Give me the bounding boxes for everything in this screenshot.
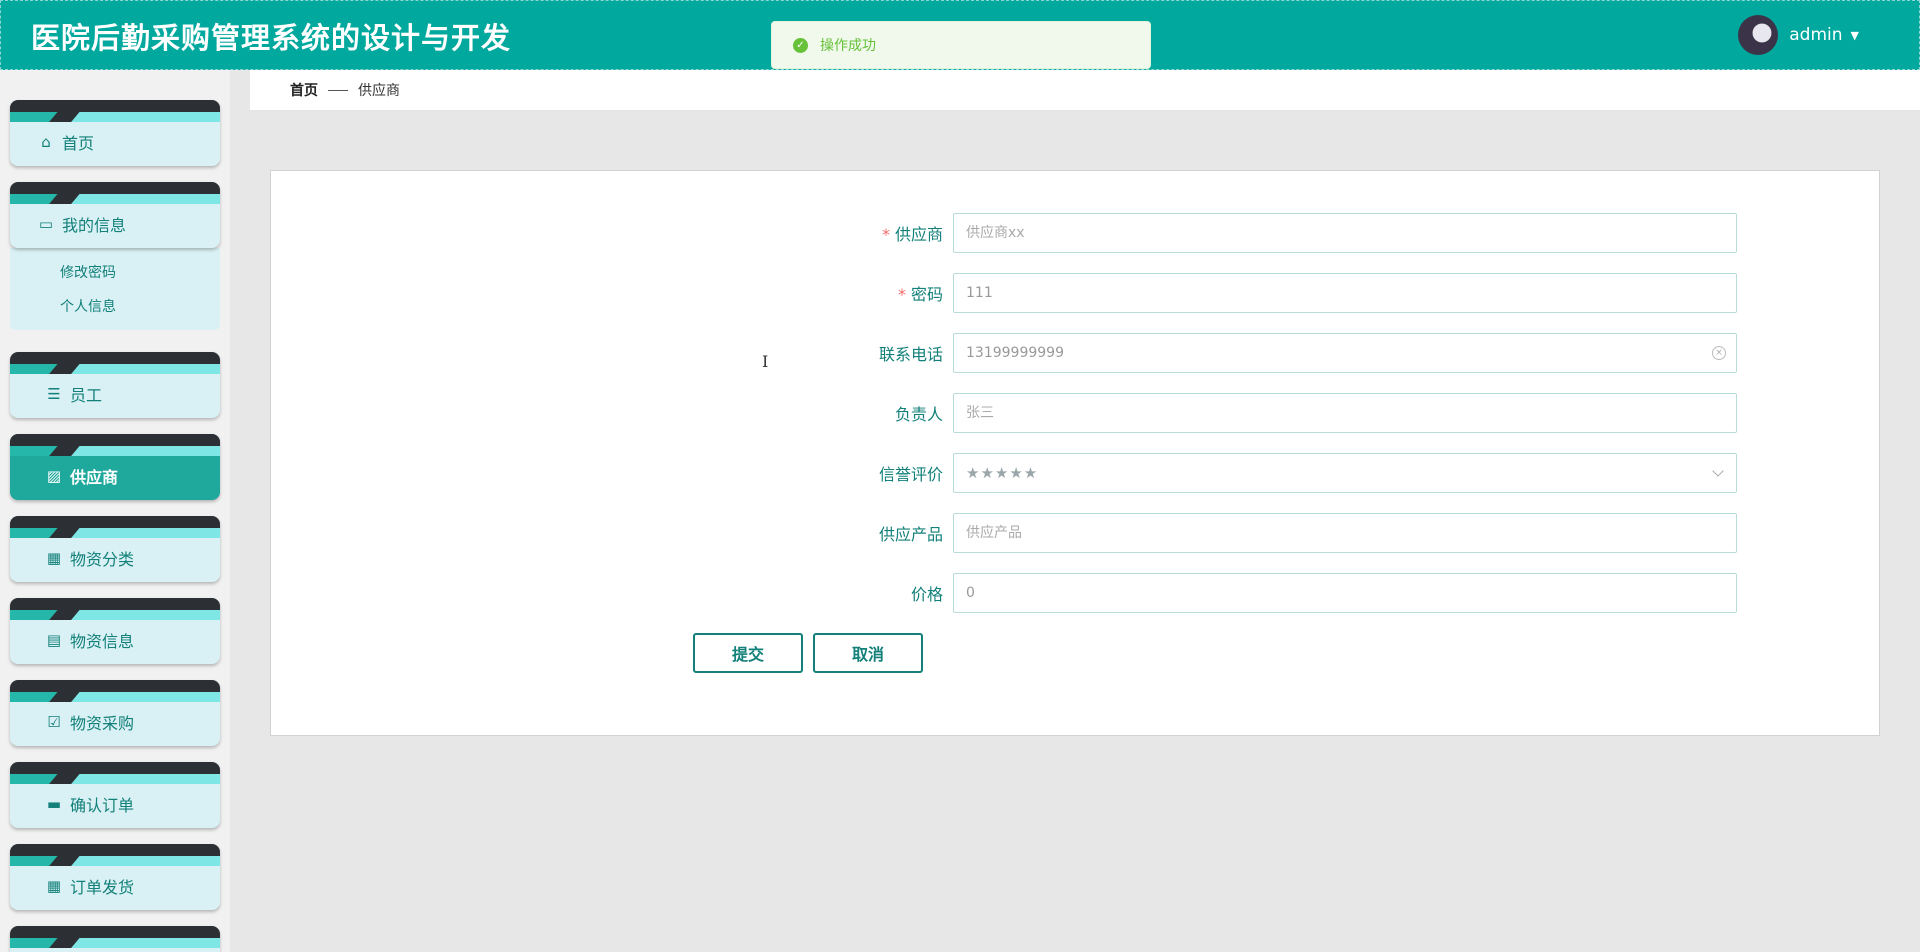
sliders-icon: ☰: [47, 385, 61, 403]
form-row-supplier: * 供应商: [603, 213, 1737, 253]
sidebar-item-label: 确认订单: [70, 796, 135, 815]
sidebar-item-material-purchase[interactable]: ☑ 物资采购: [10, 680, 220, 746]
form-row-phone: 联系电话 ×: [603, 333, 1737, 373]
sidebar-item-supplier[interactable]: ▨ 供应商: [10, 434, 220, 500]
text-cursor-icon: I: [762, 352, 769, 371]
password-input[interactable]: [954, 274, 1736, 312]
grid-icon: ▦: [46, 549, 62, 567]
form-label: 联系电话: [878, 345, 943, 364]
sidebar-group-home: ⌂ 首页: [10, 100, 220, 166]
sidebar-group-material-category: ▦ 物资分类: [10, 516, 220, 582]
sidebar-item-home[interactable]: ⌂ 首页: [10, 100, 220, 166]
user-menu[interactable]: admin ▼: [1738, 15, 1859, 55]
form-label: 价格: [910, 585, 943, 604]
check-circle-icon: ✓: [793, 37, 808, 53]
sidebar-item-confirm-order[interactable]: ▬ 确认订单: [10, 762, 220, 828]
products-field[interactable]: [953, 513, 1737, 553]
top-header: 医院后勤采购管理系统的设计与开发 ✓ 操作成功 admin ▼: [0, 0, 1920, 70]
form-label: 供应产品: [878, 525, 943, 544]
products-input[interactable]: [954, 514, 1736, 552]
sidebar-item-label: 物资采购: [70, 714, 135, 733]
form-label: * 密码: [897, 285, 943, 304]
clipboard-icon: ▤: [46, 631, 62, 649]
sidebar: ⌂ 首页 ▭ 我的信息 修改密码 个人信息 ☰ 员工 ▨ 供应商 ▦ 物资分类 …: [0, 70, 230, 952]
sidebar-item-staff[interactable]: ☰ 员工: [10, 352, 220, 418]
sidebar-group-material-purchase: ☑ 物资采购: [10, 680, 220, 746]
chevron-down-icon[interactable]: [1712, 465, 1724, 477]
username[interactable]: admin: [1789, 25, 1842, 45]
sidebar-item-label: 订单发货: [70, 878, 135, 897]
password-field[interactable]: [953, 273, 1737, 313]
form-label: 负责人: [894, 405, 943, 424]
sidebar-item-my-info[interactable]: ▭ 我的信息: [10, 182, 220, 248]
phone-input[interactable]: [954, 334, 1736, 372]
sidebar-item-material-category[interactable]: ▦ 物资分类: [10, 516, 220, 582]
avatar[interactable]: [1738, 15, 1779, 55]
app-title: 医院后勤采购管理系统的设计与开发: [31, 21, 512, 55]
wallet-icon: ▭: [38, 215, 54, 233]
form-row-price: 价格: [603, 573, 1737, 613]
form-row-products: 供应产品: [603, 513, 1737, 553]
cancel-button[interactable]: 取消: [813, 633, 923, 673]
sidebar-group-supplier: ▨ 供应商: [10, 434, 220, 500]
form-row-manager: 负责人: [603, 393, 1737, 433]
manager-field[interactable]: [953, 393, 1737, 433]
clipboard-check-icon: ☑: [47, 713, 61, 731]
caret-down-icon[interactable]: ▼: [1851, 29, 1859, 42]
sidebar-item-label: 员工: [70, 386, 103, 405]
breadcrumb-home[interactable]: 首页: [290, 80, 318, 100]
sidebar-submenu: 修改密码 个人信息: [10, 248, 220, 330]
sidebar-group-staff: ☰ 员工: [10, 352, 220, 418]
form-label: * 供应商: [881, 225, 943, 244]
sidebar-item-material-info[interactable]: ▤ 物资信息: [10, 598, 220, 664]
credit-rating-select[interactable]: ★★★★★: [953, 453, 1737, 493]
form-panel: *供应商 *密码 联系电话 × 负责人 信誉评价 ★★★★★ 供应产品: [270, 170, 1880, 736]
toast-message: 操作成功: [820, 38, 876, 54]
manager-input[interactable]: [954, 394, 1736, 432]
sidebar-group-material-info: ▤ 物资信息: [10, 598, 220, 664]
supplier-input[interactable]: [954, 214, 1736, 252]
breadcrumb-separator: [328, 89, 348, 91]
price-input[interactable]: [954, 574, 1736, 612]
home-icon: ⌂: [41, 133, 51, 151]
briefcase-icon: ▬: [46, 795, 62, 813]
breadcrumb-current: 供应商: [358, 83, 400, 99]
sidebar-group-order-shipping: ▦ 订单发货: [10, 844, 220, 910]
submenu-change-password[interactable]: 修改密码: [10, 256, 220, 290]
sidebar-group-partial: [10, 926, 220, 952]
price-field[interactable]: [953, 573, 1737, 613]
form-actions: 提交 取消: [693, 633, 923, 673]
sidebar-item-label: 首页: [62, 134, 95, 153]
credit-rating-value: ★★★★★: [966, 464, 1039, 482]
submit-button[interactable]: 提交: [693, 633, 803, 673]
form-label: 信誉评价: [878, 465, 943, 484]
submenu-personal-info[interactable]: 个人信息: [10, 290, 220, 324]
sidebar-item-label: 供应商: [70, 468, 119, 487]
sidebar-group-my-info: ▭ 我的信息 修改密码 个人信息: [10, 182, 220, 330]
clear-icon[interactable]: ×: [1712, 346, 1726, 360]
sidebar-group-confirm-order: ▬ 确认订单: [10, 762, 220, 828]
sidebar-item-label: 物资分类: [70, 550, 135, 569]
form-row-credit: 信誉评价 ★★★★★: [603, 453, 1737, 493]
supplier-field[interactable]: [953, 213, 1737, 253]
sidebar-item-partial[interactable]: [10, 926, 220, 952]
sidebar-item-label: 物资信息: [70, 632, 135, 651]
success-toast: ✓ 操作成功: [771, 21, 1151, 69]
sidebar-item-order-shipping[interactable]: ▦ 订单发货: [10, 844, 220, 910]
phone-field[interactable]: ×: [953, 333, 1737, 373]
sidebar-item-label: 我的信息: [62, 216, 127, 235]
grid-icon: ▦: [46, 877, 62, 895]
breadcrumb: 首页 供应商: [250, 70, 1920, 111]
form-row-password: * 密码: [603, 273, 1737, 313]
chart-icon: ▨: [46, 467, 62, 485]
